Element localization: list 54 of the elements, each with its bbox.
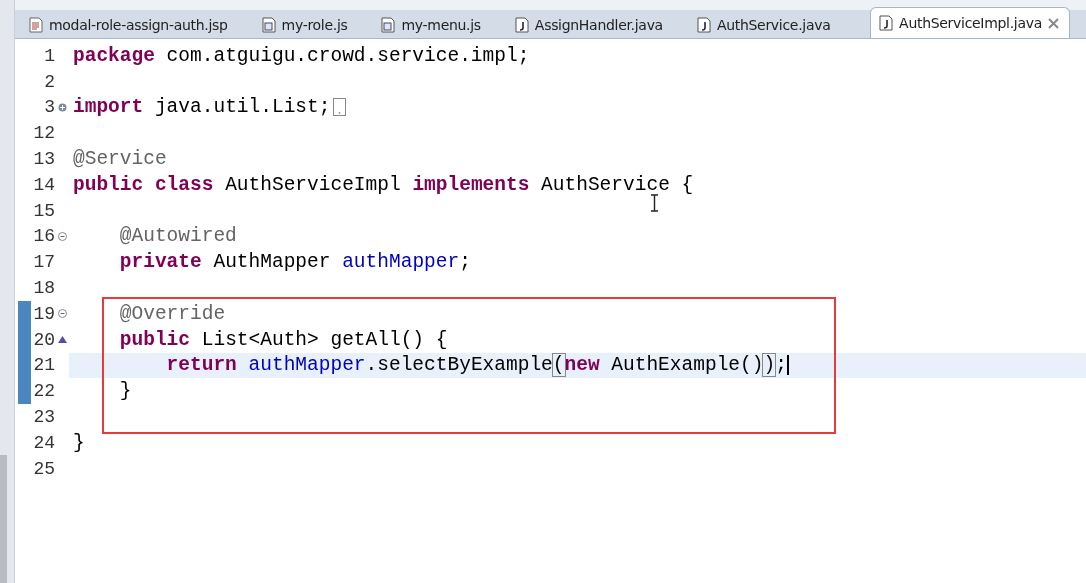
line-number: 24 [32, 432, 55, 453]
line-number: 23 [32, 407, 55, 428]
line-number: 14 [32, 174, 55, 195]
script-file-icon [261, 17, 276, 33]
line-number: 13 [32, 149, 55, 170]
code-line: } [118, 380, 132, 403]
tab-label: AssignHandler.java [534, 17, 663, 33]
code-line: @Service [73, 148, 167, 171]
collapse-icon[interactable] [57, 231, 67, 241]
code-line: public List<Auth> getAll() { [118, 328, 448, 351]
expand-icon[interactable] [57, 103, 67, 112]
file-tab[interactable]: AuthServiceImpl.java [870, 7, 1070, 38]
file-tab[interactable]: AuthService.java [688, 12, 851, 38]
line-number: 25 [32, 458, 55, 479]
tab-label: my-role.js [281, 17, 348, 33]
tab-label: modal-role-assign-auth.jsp [49, 17, 228, 33]
line-number: 17 [32, 252, 55, 273]
code-line: private AuthMapper authMapper; [118, 251, 471, 274]
java-file-icon [514, 17, 529, 33]
code-line: public class AuthServiceImpl implements AuthService { [73, 173, 694, 196]
tab-label: AuthService.java [716, 17, 831, 33]
line-number: 15 [32, 200, 55, 221]
code-line: @Override [118, 302, 226, 325]
collapse-icon[interactable] [57, 309, 67, 319]
code-line: import java.util.List; [73, 96, 331, 119]
line-number: 19 [32, 303, 55, 324]
tab-label: my-menu.js [401, 17, 481, 33]
line-number: 18 [32, 278, 55, 299]
close-icon[interactable] [1048, 17, 1059, 29]
tab-label: AuthServiceImpl.java [899, 15, 1042, 31]
line-number: 22 [32, 381, 55, 402]
code-line: @Autowired [118, 225, 237, 248]
document-icon [29, 17, 43, 33]
file-tab[interactable]: my-role.js [253, 12, 368, 38]
line-number: 20 [32, 329, 55, 350]
line-number: 3 [43, 97, 55, 118]
java-file-icon [879, 15, 894, 31]
text-cursor-icon [650, 193, 659, 212]
line-number: 1 [43, 45, 55, 66]
script-file-icon [381, 17, 396, 33]
code-line: return authMapper.selectByExample(new AuthExample()); [165, 354, 787, 377]
line-number: 12 [32, 123, 55, 144]
folded-code-icon[interactable] [333, 98, 347, 117]
file-tab[interactable]: AssignHandler.java [506, 12, 683, 38]
file-tab[interactable]: modal-role-assign-auth.jsp [21, 12, 248, 38]
line-number: 2 [43, 71, 55, 92]
line-number: 21 [32, 355, 55, 376]
override-triangle-icon [57, 336, 67, 344]
text-caret [786, 355, 789, 376]
line-number: 16 [32, 226, 55, 247]
file-tab[interactable]: my-menu.js [373, 12, 501, 38]
java-file-icon [696, 17, 711, 33]
code-line: package com.atguigu.crowd.service.impl; [73, 44, 530, 67]
code-line: } [73, 431, 85, 454]
